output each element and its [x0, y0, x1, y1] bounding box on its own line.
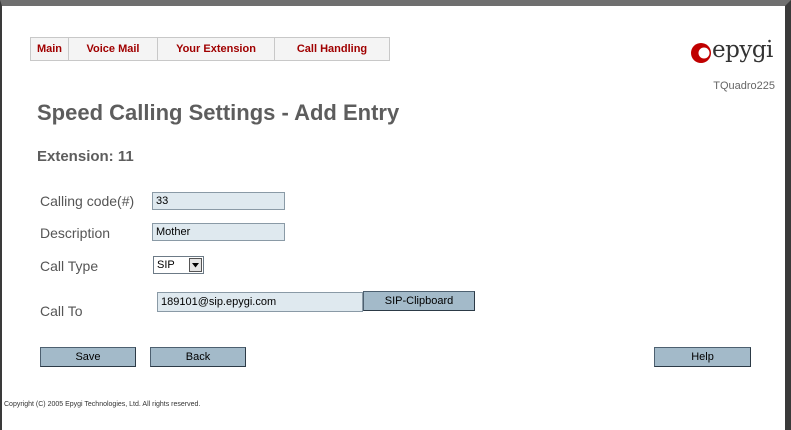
back-button[interactable]: Back	[150, 347, 246, 367]
copyright-text: Copyright (C) 2005 Epygi Technologies, L…	[4, 401, 201, 408]
nav-tabs: Main Voice Mail Your Extension Call Hand…	[30, 37, 390, 61]
description-label: Description	[40, 225, 111, 241]
call-to-label: Call To	[40, 303, 83, 319]
logo-mark-icon	[691, 43, 711, 63]
extension-heading: Extension: 11	[37, 148, 134, 165]
tab-main[interactable]: Main	[31, 38, 69, 60]
help-button[interactable]: Help	[654, 347, 751, 367]
tab-voice-mail[interactable]: Voice Mail	[69, 38, 158, 60]
device-model: TQuadro225	[713, 80, 775, 92]
epygi-logo: epygi	[690, 37, 773, 72]
save-button[interactable]: Save	[40, 347, 136, 367]
description-input[interactable]	[152, 223, 285, 241]
logo-text: epygi	[712, 37, 773, 63]
call-type-select[interactable]: SIP	[153, 256, 204, 274]
dropdown-arrow-icon[interactable]	[189, 258, 202, 272]
page-title: Speed Calling Settings - Add Entry	[37, 100, 400, 125]
tab-call-handling[interactable]: Call Handling	[275, 38, 389, 60]
call-to-input[interactable]	[157, 292, 363, 312]
call-type-value: SIP	[157, 259, 175, 271]
sip-clipboard-button[interactable]: SIP-Clipboard	[363, 291, 475, 311]
tab-your-extension[interactable]: Your Extension	[158, 38, 275, 60]
call-type-label: Call Type	[40, 258, 99, 274]
calling-code-label: Calling code(#)	[40, 193, 135, 209]
calling-code-input[interactable]	[152, 192, 285, 210]
